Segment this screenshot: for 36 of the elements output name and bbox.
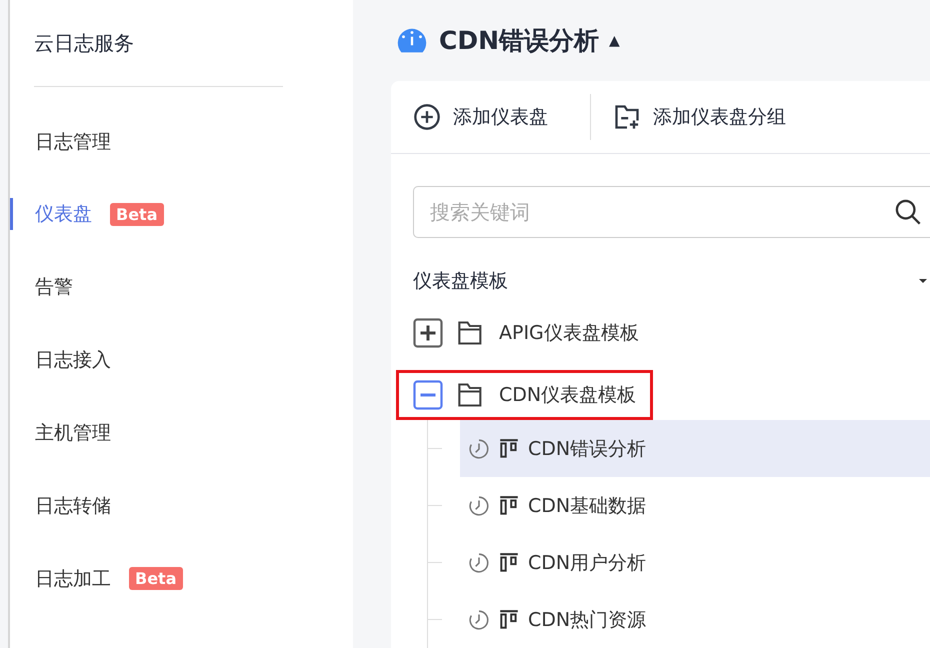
tree-item[interactable]: CDN错误分析	[460, 420, 930, 477]
sidebar-item[interactable]: 日志管理	[10, 105, 353, 178]
beta-badge: Beta	[110, 202, 164, 226]
timer-icon	[468, 608, 490, 630]
search-field[interactable]: 搜索关键词	[413, 186, 930, 238]
dashboard-icon	[498, 608, 520, 630]
sidebar-item[interactable]: 主机管理	[10, 396, 353, 469]
tree-item[interactable]: APIG仪表盘模板	[413, 315, 639, 351]
tree-item[interactable]: CDN用户分析	[460, 534, 930, 591]
timer-icon	[468, 552, 490, 574]
dashboard-icon	[498, 438, 520, 460]
tree-item[interactable]: CDN热门资源	[460, 591, 930, 648]
search-icon[interactable]	[894, 198, 922, 226]
plus-circle-icon	[413, 103, 441, 131]
sidebar-item[interactable]: 日志转储	[10, 469, 353, 542]
folder-plus-icon	[613, 103, 641, 131]
expand-toggle-icon[interactable]	[413, 380, 443, 410]
sidebar-title: 云日志服务	[33, 30, 135, 57]
beta-badge: Beta	[129, 567, 182, 590]
sidebar-item[interactable]: 告警	[10, 250, 353, 323]
sidebar-item[interactable]: 仪表盘 Beta	[10, 198, 353, 230]
timer-icon	[468, 494, 490, 516]
tree-item[interactable]: CDN仪表盘模板	[413, 377, 636, 413]
sidebar-item[interactable]: 日志加工 Beta	[10, 542, 353, 615]
dashboard-icon	[498, 552, 520, 574]
dashboard-title: CDN错误分析	[439, 25, 600, 57]
dashboard-icon	[498, 494, 520, 516]
toolbar-button[interactable]: 添加仪表盘	[411, 99, 550, 135]
expand-toggle-icon[interactable]	[413, 318, 443, 348]
timer-icon	[468, 438, 490, 460]
toolbar-button[interactable]: 添加仪表盘分组	[611, 99, 788, 135]
sidebar-item[interactable]: 日志接入	[10, 323, 353, 396]
section-title: 仪表盘模板	[413, 269, 508, 294]
chevron-icon[interactable]	[918, 276, 928, 286]
tree-item[interactable]: CDN基础数据	[460, 477, 930, 534]
caret-icon[interactable]: ▲	[609, 32, 620, 48]
